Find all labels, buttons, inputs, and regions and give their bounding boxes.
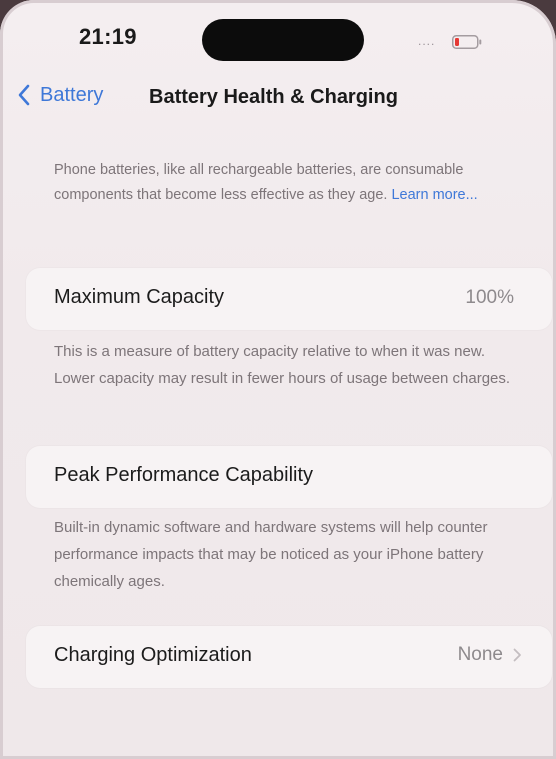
maximum-capacity-description: This is a measure of battery capacity re… <box>54 343 511 387</box>
peak-performance-description: Built-in dynamic software and hardware s… <box>54 519 488 590</box>
chevron-right-icon <box>513 648 521 662</box>
signal-icon: .... <box>418 34 436 48</box>
back-button[interactable]: Battery <box>16 80 103 110</box>
chevron-left-icon <box>18 84 30 106</box>
maximum-capacity-value: 100% <box>465 287 514 308</box>
dynamic-island <box>202 19 364 61</box>
charging-optimization-value: None <box>457 644 503 665</box>
status-bar: 21:19 .... <box>0 0 556 70</box>
battery-low-icon <box>452 35 482 49</box>
navigation-bar: Battery Battery Health & Charging <box>0 70 556 126</box>
phone-screen: 21:19 .... Battery Battery Health & Char… <box>0 0 556 759</box>
maximum-capacity-row: Maximum Capacity 100% <box>26 268 552 330</box>
learn-more-link[interactable]: Learn more... <box>391 187 477 203</box>
charging-optimization-label: Charging Optimization <box>54 644 252 666</box>
maximum-capacity-label: Maximum Capacity <box>54 286 225 308</box>
peak-performance-row: Peak Performance Capability <box>26 446 552 508</box>
peak-performance-label: Peak Performance Capability <box>54 464 314 486</box>
intro-description: Phone batteries, like all rechargeable b… <box>54 158 504 208</box>
back-label: Battery <box>40 83 104 106</box>
status-time: 21:19 <box>79 24 137 49</box>
page-title: Battery Health & Charging <box>149 86 398 108</box>
charging-optimization-row[interactable]: Charging Optimization None <box>26 626 552 688</box>
charging-optimization-value-group: None <box>458 644 522 666</box>
